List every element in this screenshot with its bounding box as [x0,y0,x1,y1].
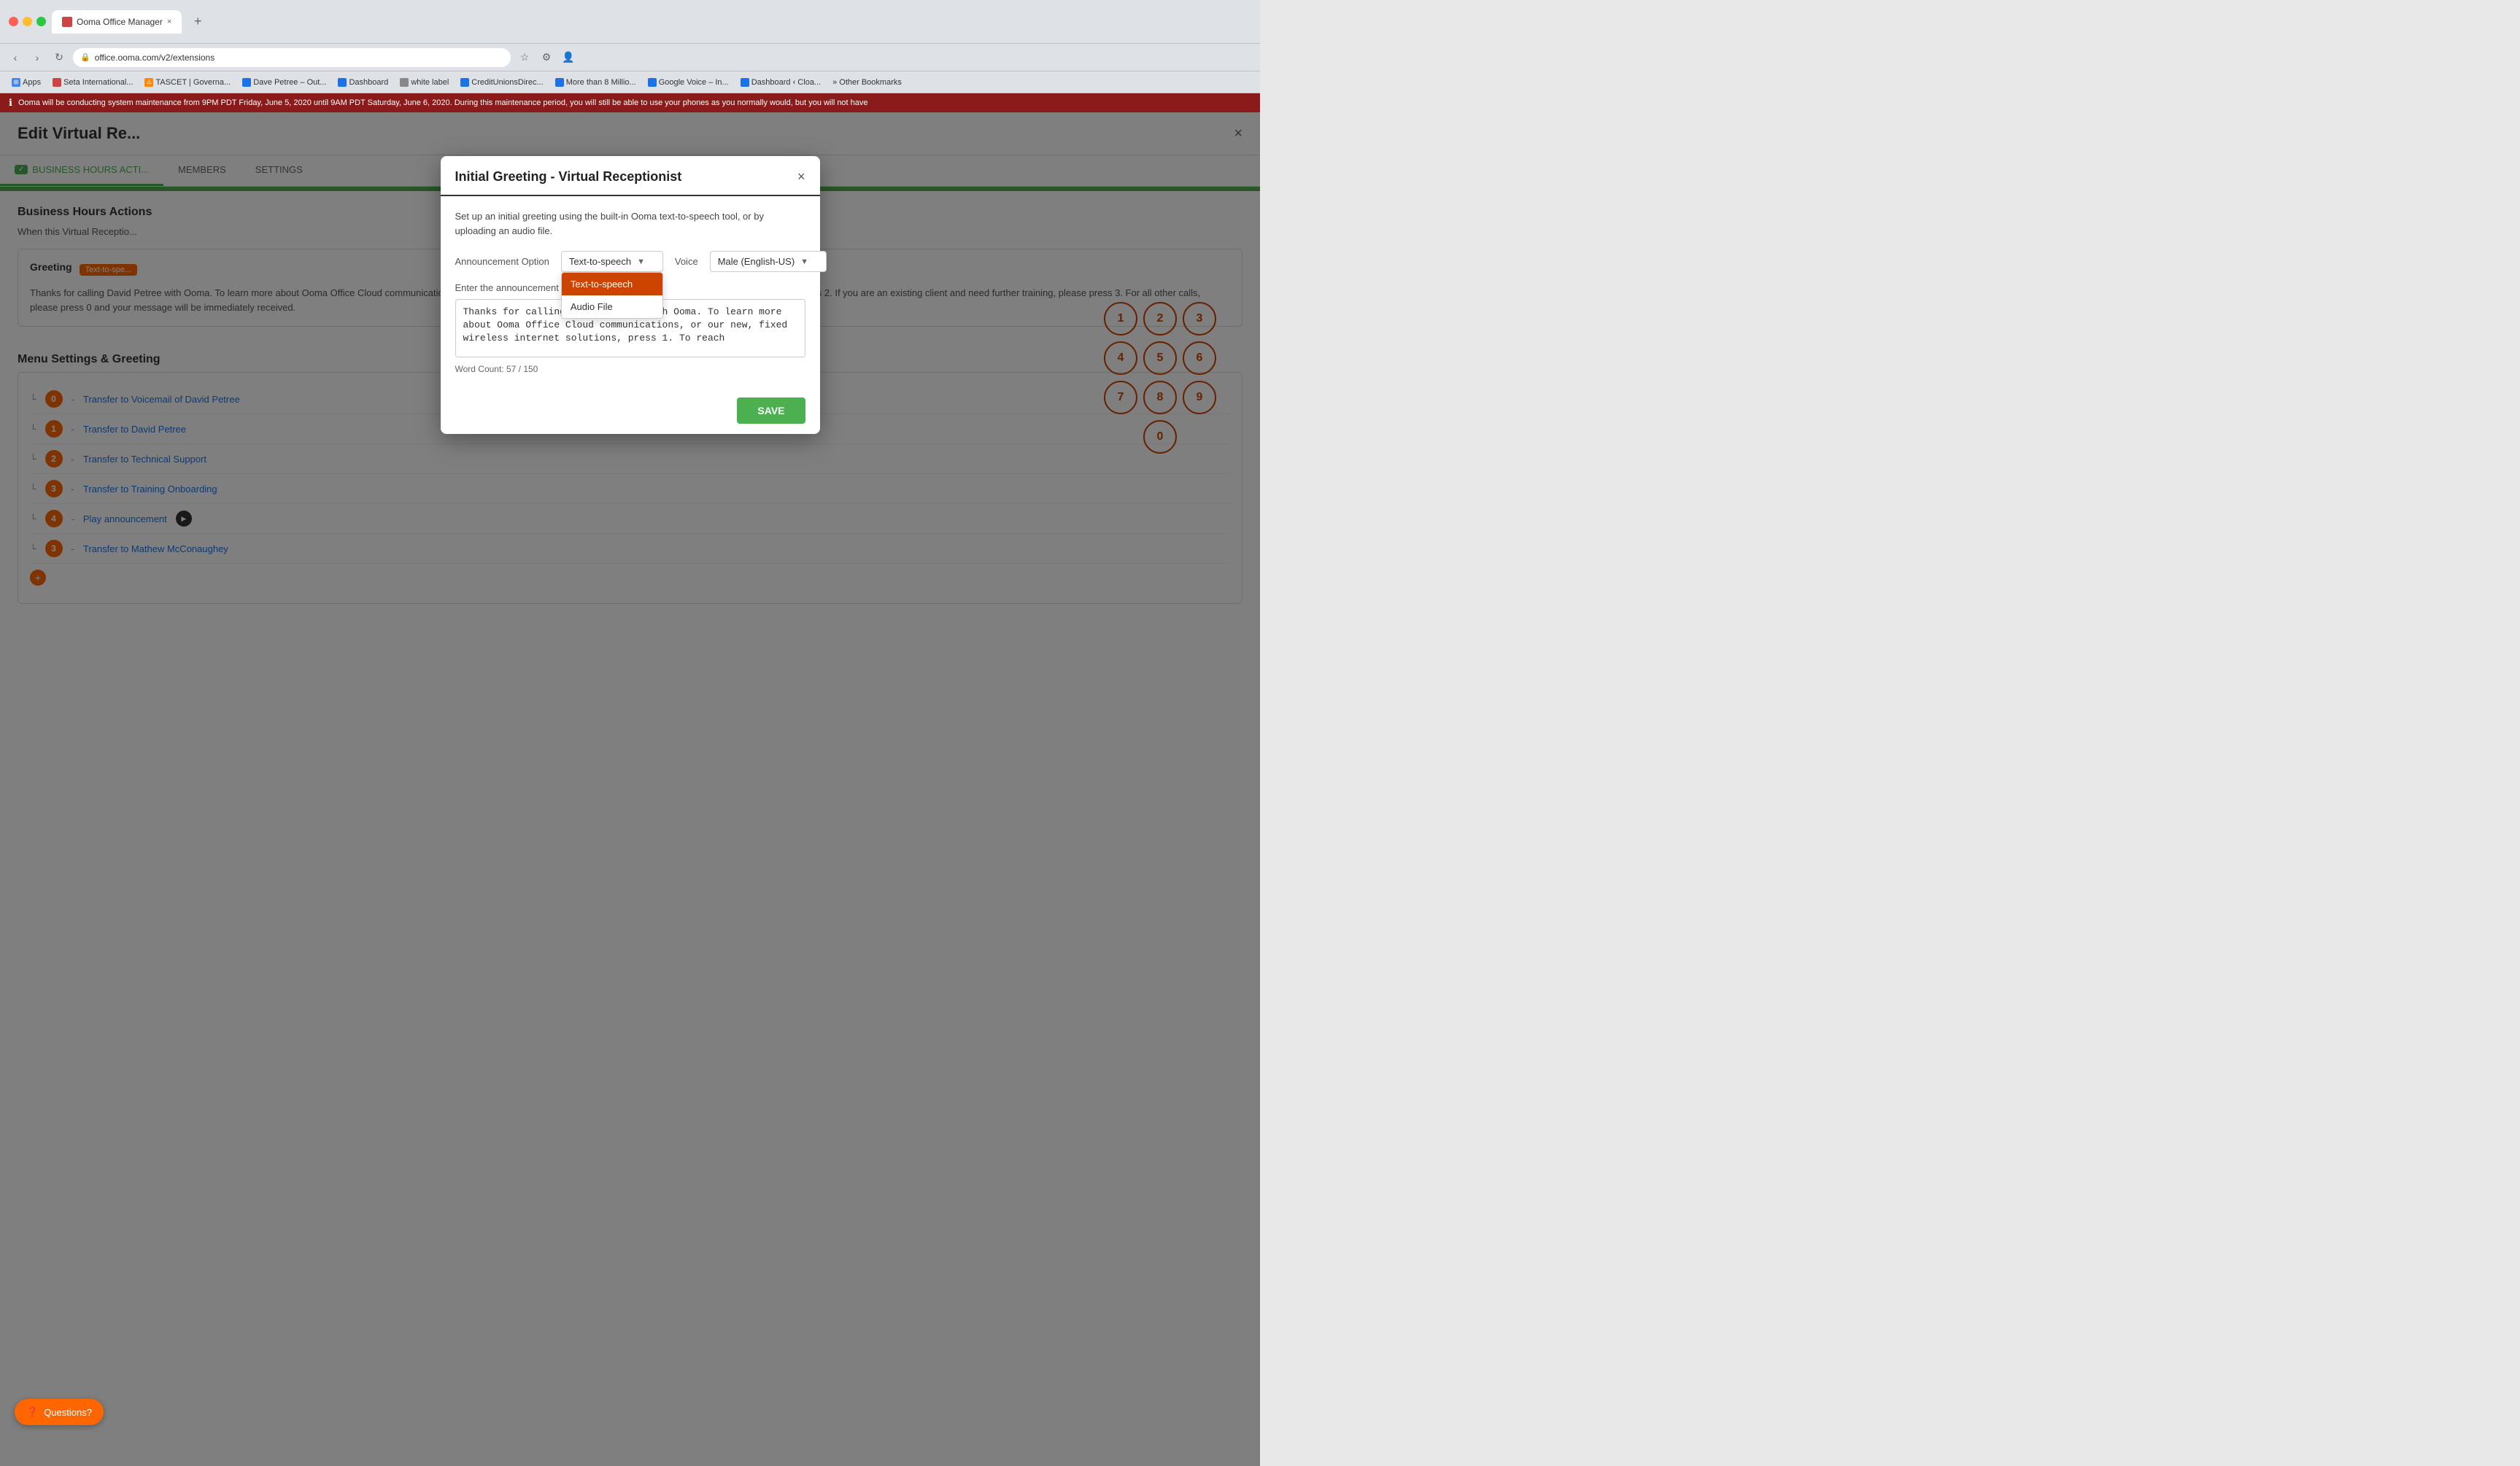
announcement-dropdown-wrapper: Text-to-speech ▼ Text-to-speech Audio Fi… [561,251,663,272]
bookmark-seta[interactable]: Seta International... [48,77,137,88]
notification-bar: ℹ Ooma will be conducting system mainten… [0,93,1260,112]
save-button[interactable]: SAVE [737,397,805,424]
bookmark-tascet-label: TASCET | Governa... [155,78,231,87]
browser-tab[interactable]: Ooma Office Manager × [52,10,182,34]
address-bar-row: ‹ › ↻ 🔒 office.ooma.com/v2/extensions ☆ … [0,44,1260,71]
back-button[interactable]: ‹ [7,50,23,66]
modal-header: Initial Greeting - Virtual Receptionist … [441,156,820,196]
dave-favicon [242,78,251,87]
modal-body: Set up an initial greeting using the bui… [441,196,820,387]
tab-close-icon[interactable]: × [167,18,171,26]
bookmark-more-label: More than 8 Millio... [566,78,636,87]
tascet-favicon: ⚠ [144,78,153,87]
bookmark-whitelabel[interactable]: white label [395,77,453,88]
bookmark-googlevoice[interactable]: Google Voice – In... [643,77,733,88]
more-favicon [555,78,564,87]
bookmark-dave[interactable]: Dave Petree – Out... [238,77,331,88]
modal-backdrop: Initial Greeting - Virtual Receptionist … [0,112,1260,1466]
modal-footer: SAVE [441,387,820,434]
new-tab-button[interactable]: + [188,12,208,32]
googlevoice-favicon [648,78,657,87]
tab-title: Ooma Office Manager [77,17,163,27]
apps-favicon: ⊞ [12,78,20,87]
announcement-option-row: Announcement Option Text-to-speech ▼ Tex… [455,251,805,272]
modal-title: Initial Greeting - Virtual Receptionist [455,169,682,185]
page-main: Edit Virtual Re... × ✓ BUSINESS HOURS AC… [0,112,1260,1466]
announcement-dropdown[interactable]: Text-to-speech ▼ [561,251,663,272]
initial-greeting-modal: Initial Greeting - Virtual Receptionist … [441,156,820,434]
bookmarks-bar: ⊞ Apps Seta International... ⚠ TASCET | … [0,71,1260,93]
dashboard-favicon [338,78,347,87]
bookmark-apps[interactable]: ⊞ Apps [7,77,45,88]
browser-chrome: Ooma Office Manager × + [0,0,1260,44]
bookmark-whitelabel-label: white label [411,78,449,87]
bookmark-dave-label: Dave Petree – Out... [253,78,326,87]
maximize-traffic-light[interactable] [36,17,46,26]
forward-button[interactable]: › [29,50,45,66]
extensions-icon[interactable]: ⚙ [538,50,554,66]
announcement-dropdown-value: Text-to-speech [569,256,631,267]
announcement-label: Announcement Option [455,256,549,267]
modal-close-button[interactable]: × [797,169,805,185]
voice-dropdown-value: Male (English-US) [718,256,795,267]
bookmark-googlevoice-label: Google Voice – In... [659,78,729,87]
creditunions-favicon [460,78,469,87]
option-text-to-speech[interactable]: Text-to-speech [562,273,662,295]
notification-text: Ooma will be conducting system maintenan… [18,98,868,107]
traffic-lights [9,17,46,26]
address-text: office.ooma.com/v2/extensions [95,53,215,63]
bookmark-apps-label: Apps [23,78,41,87]
bookmark-dashboard-label: Dashboard [349,78,388,87]
announcement-dropdown-menu: Text-to-speech Audio File [561,272,663,319]
questions-button[interactable]: ❓ Questions? [15,1399,104,1425]
dropdown-arrow-icon: ▼ [637,257,645,266]
modal-description: Set up an initial greeting using the bui… [455,209,805,238]
profile-icon[interactable]: 👤 [560,50,576,66]
bookmark-creditunions[interactable]: CreditUnionsDirec... [456,77,547,88]
bookmark-dashboard2-label: Dashboard ‹ Cloa... [751,78,821,87]
close-traffic-light[interactable] [9,17,18,26]
voice-dropdown-arrow: ▼ [800,257,808,266]
bookmark-tascet[interactable]: ⚠ TASCET | Governa... [140,77,235,88]
bookmark-more[interactable]: More than 8 Millio... [551,77,641,88]
lock-icon: 🔒 [80,53,90,62]
word-count: Word Count: 57 / 150 [455,364,805,374]
bookmark-star-icon[interactable]: ☆ [517,50,533,66]
tab-favicon [62,17,72,27]
minimize-traffic-light[interactable] [23,17,32,26]
refresh-button[interactable]: ↻ [51,50,67,66]
bookmark-dashboard[interactable]: Dashboard [333,77,393,88]
whitelabel-favicon [400,78,409,87]
questions-label: Questions? [44,1407,92,1418]
bookmark-dashboard2[interactable]: Dashboard ‹ Cloa... [736,77,825,88]
dashboard2-favicon [741,78,749,87]
bookmark-seta-label: Seta International... [63,78,133,87]
voice-dropdown[interactable]: Male (English-US) ▼ [710,251,827,272]
address-bar[interactable]: 🔒 office.ooma.com/v2/extensions [73,48,511,67]
seta-favicon [53,78,61,87]
notification-icon: ℹ [9,97,12,109]
bookmark-creditunions-label: CreditUnionsDirec... [471,78,543,87]
bookmark-other-label: » Other Bookmarks [832,78,902,87]
option-audio-file[interactable]: Audio File [562,295,662,318]
voice-label: Voice [675,256,698,267]
questions-circle-icon: ❓ [26,1406,38,1418]
bookmark-other[interactable]: » Other Bookmarks [828,77,906,88]
